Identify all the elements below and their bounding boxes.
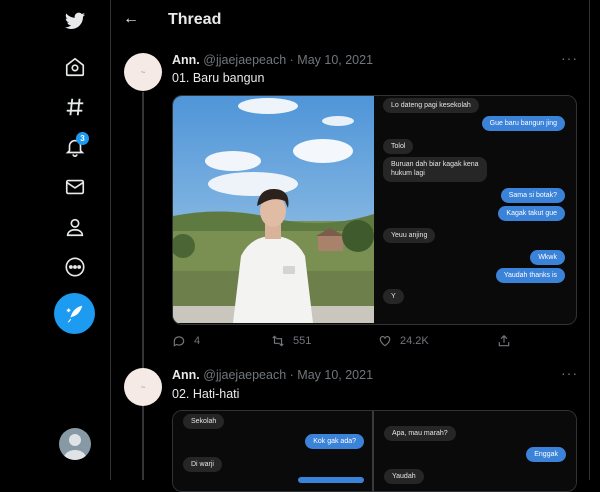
share-button[interactable] xyxy=(497,334,511,348)
tweet-date[interactable]: May 10, 2021 xyxy=(297,53,373,67)
notification-count-badge: 3 xyxy=(76,132,89,145)
home-icon[interactable] xyxy=(62,54,88,80)
author-handle[interactable]: @jjaejaepeach xyxy=(203,368,286,382)
thread-column: ← Thread ~ Ann. @jjaejaepeach · May 10, … xyxy=(111,0,590,492)
heart-icon xyxy=(379,336,391,347)
like-button[interactable]: 24.2K xyxy=(378,334,429,348)
reply-button[interactable]: 4 xyxy=(172,334,200,348)
share-icon xyxy=(498,334,510,347)
tweet-more-icon[interactable]: ··· xyxy=(561,50,578,66)
chat-screenshot: Apa, mau marah? Enggak Yaudah xyxy=(374,411,576,491)
tweet-media[interactable]: Lo dateng pagi kesekolah Gue baru bangun… xyxy=(172,95,577,325)
chat-bubble-incoming: Y xyxy=(383,289,404,305)
chat-bubble-incoming: Yaudah xyxy=(384,469,424,485)
account-avatar[interactable] xyxy=(59,428,91,460)
chat-bubble-incoming: Tolol xyxy=(383,139,414,155)
twitter-logo-icon[interactable] xyxy=(62,8,88,34)
chat-bubble-incoming: Lo dateng pagi kesekolah xyxy=(383,98,479,114)
tweet-more-icon[interactable]: ··· xyxy=(561,365,578,381)
retweet-count: 551 xyxy=(293,335,312,347)
tweet-text: 01. Baru bangun xyxy=(172,71,265,85)
author-name[interactable]: Ann. xyxy=(172,368,200,382)
photo-image[interactable] xyxy=(173,96,374,323)
chat-bubble-outgoing: Kok gak ada? xyxy=(305,434,364,450)
retweet-icon xyxy=(272,335,284,347)
tweet-date[interactable]: May 10, 2021 xyxy=(297,368,373,382)
author-name[interactable]: Ann. xyxy=(172,53,200,67)
author-avatar[interactable]: ~ xyxy=(124,53,162,91)
chat-bubble-outgoing: Gue baru bangun jing xyxy=(481,116,565,132)
chat-bubble-incoming: Di warji xyxy=(183,457,222,473)
chat-bubble-outgoing: Enggak xyxy=(526,447,566,463)
tweet-header: Ann. @jjaejaepeach · May 10, 2021 xyxy=(172,368,374,382)
compose-tweet-button[interactable] xyxy=(54,293,95,334)
feather-icon xyxy=(66,305,82,322)
sidebar: 3 xyxy=(0,0,111,480)
explore-hashtag-icon[interactable] xyxy=(62,94,88,120)
author-avatar[interactable]: ~ xyxy=(124,368,162,406)
more-options-icon[interactable] xyxy=(62,254,88,280)
tweet-header: Ann. @jjaejaepeach · May 10, 2021 xyxy=(172,53,374,67)
tweet-text: 02. Hati-hati xyxy=(172,387,240,401)
retweet-button[interactable]: 551 xyxy=(271,334,311,348)
chat-screenshot: Lo dateng pagi kesekolah Gue baru bangun… xyxy=(376,96,575,323)
chat-bubble-incoming: Apa, mau marah? xyxy=(384,426,456,442)
thread-connector-line xyxy=(142,92,144,372)
like-count: 24.2K xyxy=(400,335,429,347)
chat-bubble-outgoing: Kagak takut gue xyxy=(498,206,565,222)
chat-bubble-outgoing xyxy=(298,477,364,483)
chat-bubble-incoming: Sekolah xyxy=(183,414,225,430)
chat-bubble-incoming: Buruan dah biar kagak kena hukum lagi xyxy=(383,157,487,182)
profile-icon[interactable] xyxy=(62,214,88,240)
reply-icon xyxy=(173,336,185,347)
chat-bubble-outgoing: Sama si botak? xyxy=(500,188,565,204)
author-handle[interactable]: @jjaejaepeach xyxy=(203,53,286,67)
chat-bubble-outgoing: Yaudah thanks is xyxy=(495,268,565,284)
reply-count: 4 xyxy=(194,335,201,347)
thread-connector-line xyxy=(142,406,144,480)
back-arrow-icon[interactable]: ← xyxy=(123,10,139,28)
chat-bubble-incoming: Yeuu anjing xyxy=(383,228,436,244)
chat-screenshot: Sekolah Kok gak ada? Di warji xyxy=(173,411,372,491)
messages-mail-icon[interactable] xyxy=(62,174,88,200)
chat-bubble-outgoing: Wkwk xyxy=(530,250,565,266)
page-title: Thread xyxy=(168,11,222,28)
